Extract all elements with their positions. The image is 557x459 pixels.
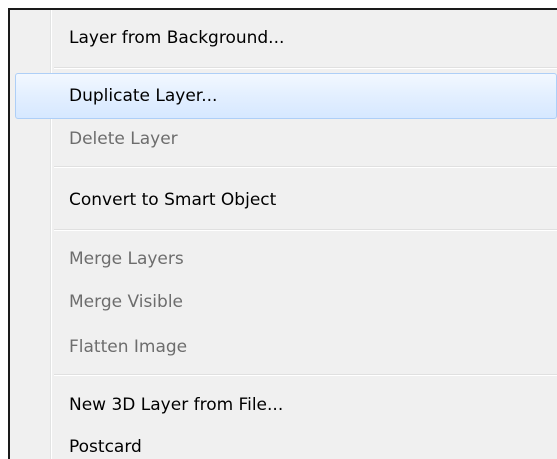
menu-item-label: Flatten Image [69,337,188,357]
menu-item-layer-from-background[interactable]: Layer from Background... [15,15,557,61]
menu-item-merge-visible[interactable]: Merge Visible [15,279,557,325]
menu-item-delete-layer[interactable]: Delete Layer [15,116,557,162]
menu-separator [54,374,557,376]
menu-item-label: Convert to Smart Object [69,190,277,210]
menu-item-flatten-image[interactable]: Flatten Image [15,324,557,370]
menu-separator [54,229,557,231]
menu-item-convert-to-smart-object[interactable]: Convert to Smart Object [15,177,557,223]
menu-separator [54,67,557,69]
menu-item-label: Merge Visible [69,292,184,312]
menu-item-label: Layer from Background... [69,28,285,48]
menu-item-label: Duplicate Layer... [69,86,218,106]
menu-item-label: Postcard [69,437,142,457]
menu-item-duplicate-layer[interactable]: Duplicate Layer... [15,73,557,119]
menu-item-merge-layers[interactable]: Merge Layers [15,236,557,282]
menu-item-postcard[interactable]: Postcard [15,424,557,459]
menu-item-label: Merge Layers [69,249,184,269]
menu-separator [54,166,557,168]
menu-item-new-3d-layer-from-file[interactable]: New 3D Layer from File... [15,382,557,428]
layer-context-menu: Layer from Background... Duplicate Layer… [8,8,557,459]
menu-item-label: New 3D Layer from File... [69,395,284,415]
menu-item-label: Delete Layer [69,129,178,149]
